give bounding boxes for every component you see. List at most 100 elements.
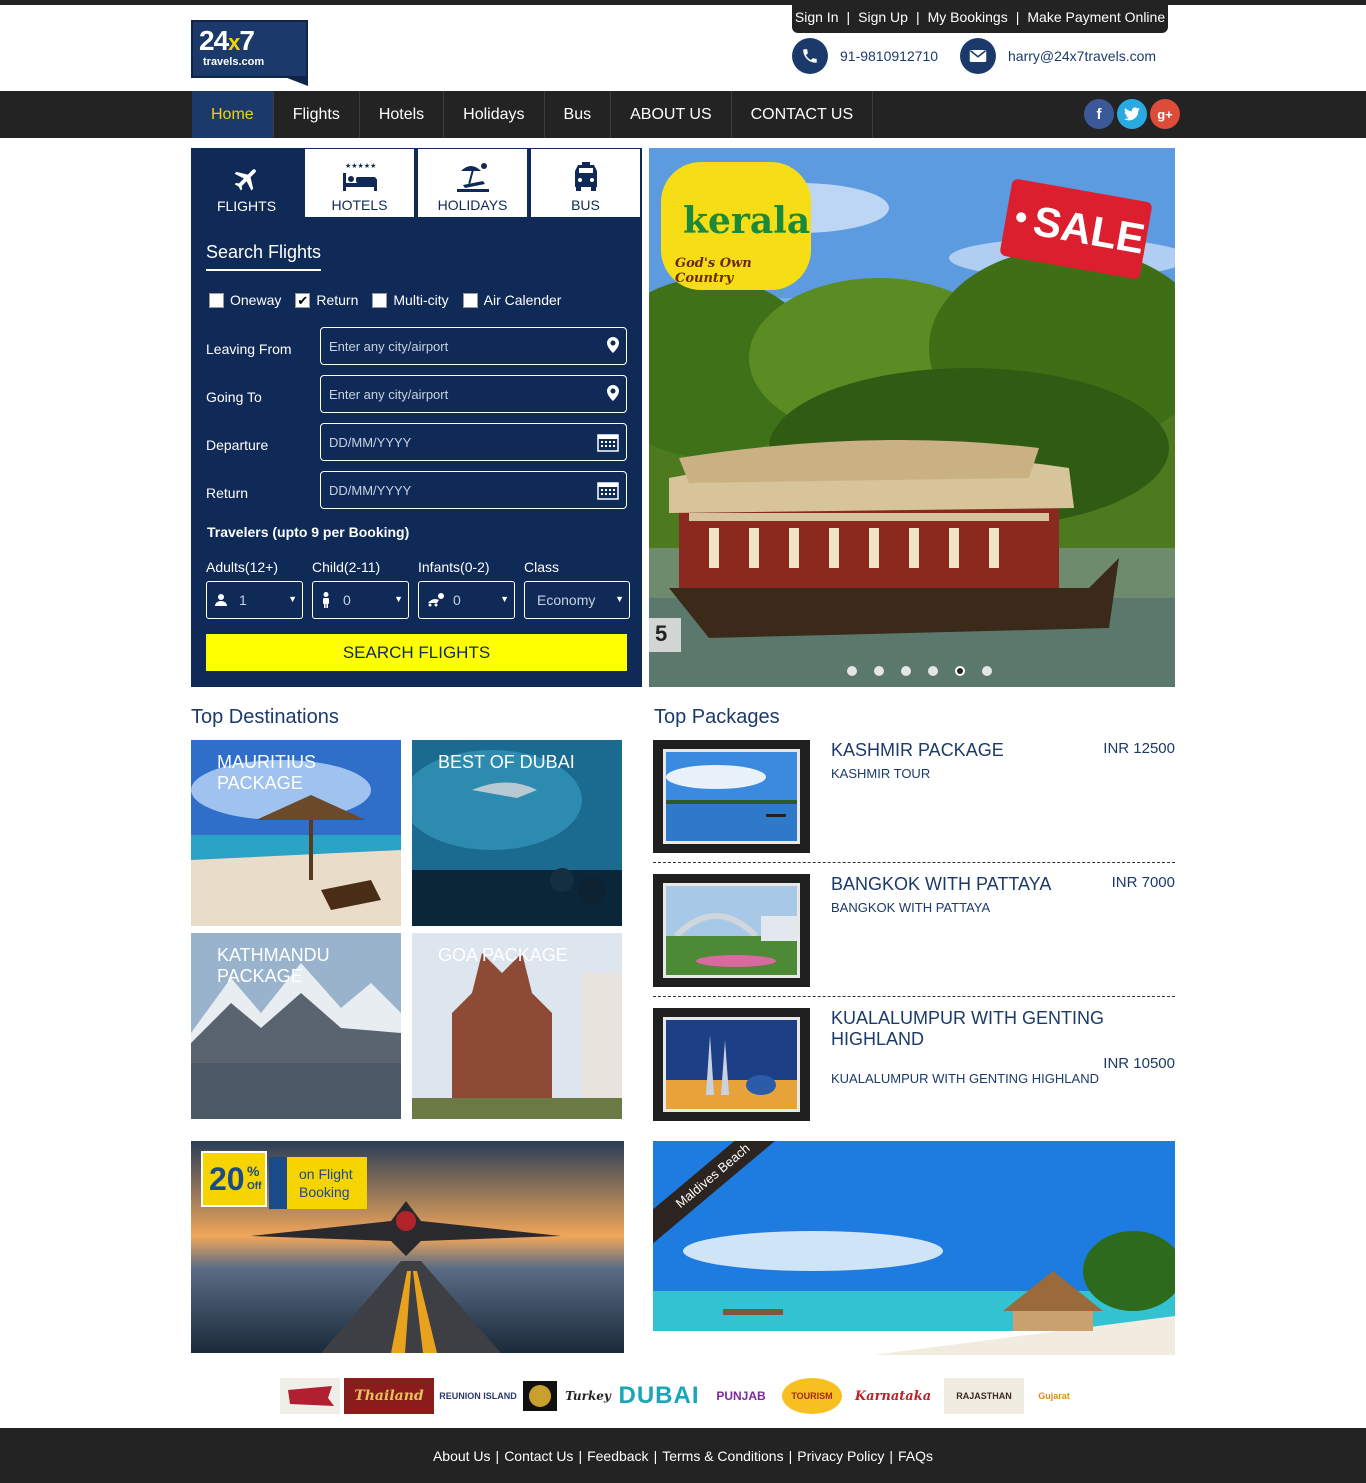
my-bookings-link[interactable]: My Bookings [928, 9, 1008, 25]
partner-logo-emblem[interactable] [522, 1378, 558, 1414]
partner-logo-karnataka[interactable]: Karnataka [846, 1378, 940, 1414]
package-name[interactable]: KUALALUMPUR WITH GENTING HIGHLAND [831, 1008, 1121, 1050]
sale-text: SALE [1029, 196, 1149, 263]
nav-bus[interactable]: Bus [545, 91, 612, 138]
partner-logo-punjab[interactable]: PUNJAB [704, 1378, 778, 1414]
slider-dot[interactable] [901, 666, 911, 676]
partner-logo-dubai[interactable]: DUBAI [618, 1378, 700, 1414]
tab-holidays[interactable]: HOLIDAYS [417, 148, 528, 218]
package-name[interactable]: KASHMIR PACKAGE [831, 740, 1121, 761]
tab-hotels[interactable]: ★★★★★ HOTELS [304, 148, 415, 218]
air-calender-option[interactable]: Air Calender [462, 292, 561, 308]
oneway-label: Oneway [230, 292, 282, 308]
slider-dot[interactable] [928, 666, 938, 676]
partner-logo-tourism-year[interactable]: TOURISM [782, 1378, 842, 1414]
calendar-icon[interactable] [597, 481, 619, 500]
tag-hole [1015, 211, 1027, 224]
package-name[interactable]: BANGKOK WITH PATTAYA [831, 874, 1121, 895]
partner-logo-rajasthan[interactable]: RAJASTHAN [944, 1378, 1024, 1414]
footer-link-terms[interactable]: Terms & Conditions [662, 1448, 783, 1464]
destination-card-dubai[interactable]: BEST OF DUBAI [412, 740, 622, 926]
destination-card-kathmandu[interactable]: KATHMANDU PACKAGE [191, 933, 401, 1119]
air-calender-checkbox[interactable] [462, 292, 478, 308]
tab-flights-label: FLIGHTS [216, 198, 277, 214]
nav-about-us[interactable]: ABOUT US [611, 91, 732, 138]
destination-card-goa[interactable]: GOA PACKAGE [412, 933, 622, 1119]
twitter-icon[interactable] [1117, 99, 1147, 129]
return-checkbox[interactable]: ✔ [295, 292, 311, 308]
infants-select[interactable]: 0 ▼ [418, 581, 515, 619]
package-price: INR 10500 [1103, 1055, 1175, 1072]
child-icon [323, 592, 329, 608]
nav-contact-us[interactable]: CONTACT US [732, 91, 874, 138]
slider-dot[interactable] [874, 666, 884, 676]
slider-dot[interactable] [847, 666, 857, 676]
sign-up-link[interactable]: Sign Up [858, 9, 908, 25]
partner-logo-reunion[interactable]: REUNION ISLAND [438, 1378, 518, 1414]
trip-type-options: Oneway ✔ Return Multi-city Air Calender [209, 292, 561, 308]
footer-link-feedback[interactable]: Feedback [587, 1448, 648, 1464]
multi-city-checkbox[interactable] [372, 292, 388, 308]
nav-holidays[interactable]: Holidays [444, 91, 545, 138]
maldives-beach-banner[interactable]: Maldives Beach [653, 1141, 1175, 1355]
partner-logo-gujarat[interactable]: Gujarat [1028, 1378, 1080, 1414]
destination-title: GOA PACKAGE [438, 945, 568, 965]
package-subtitle: KASHMIR TOUR [831, 766, 931, 781]
oneway-option[interactable]: Oneway [209, 292, 281, 308]
hotel-bed-icon: ★★★★★ [342, 162, 377, 191]
map-marker-icon [607, 337, 619, 353]
partner-logo-ribbon[interactable] [280, 1378, 340, 1414]
going-to-row: Going To Enter any city/airport [206, 375, 627, 413]
tab-holidays-label: HOLIDAYS [437, 197, 508, 213]
departure-date-input[interactable]: DD/MM/YYYY [320, 423, 627, 461]
footer-link-contact-us[interactable]: Contact Us [504, 1448, 573, 1464]
nav-hotels[interactable]: Hotels [360, 91, 445, 138]
hero-banner[interactable]: kerala God's Own Country SALE 5 [649, 148, 1175, 687]
chevron-down-icon: ▼ [394, 594, 403, 604]
logo-text-7: 7 [239, 25, 255, 56]
make-payment-link[interactable]: Make Payment Online [1027, 9, 1165, 25]
divider [653, 996, 1175, 997]
phone-number[interactable]: 91-9810912710 [840, 48, 938, 64]
slider-dot[interactable] [982, 666, 992, 676]
return-option[interactable]: ✔ Return [295, 292, 358, 308]
class-select-group: Class Economy ▼ [524, 559, 630, 619]
oneway-checkbox[interactable] [209, 292, 224, 308]
flight-offer-banner[interactable]: 20 % Off on Flight Booking [191, 1141, 624, 1353]
slide-number: 5 [655, 621, 668, 646]
google-plus-icon[interactable]: g+ [1150, 99, 1180, 129]
top-destinations-title: Top Destinations [191, 706, 339, 728]
leaving-from-input[interactable]: Enter any city/airport [320, 327, 627, 365]
return-date-input[interactable]: DD/MM/YYYY [320, 471, 627, 509]
tab-flights[interactable]: FLIGHTS [191, 148, 302, 218]
facebook-icon[interactable]: f [1084, 99, 1114, 129]
destination-card-mauritius[interactable]: MAURITIUS PACKAGE [191, 740, 401, 926]
adults-select[interactable]: 1 ▼ [206, 581, 303, 619]
multi-city-option[interactable]: Multi-city [372, 292, 449, 308]
map-marker-icon [607, 385, 619, 401]
package-bangkok[interactable]: BANGKOK WITH PATTAYA BANGKOK WITH PATTAY… [653, 874, 1175, 987]
footer-link-privacy-policy[interactable]: Privacy Policy [797, 1448, 884, 1464]
package-kashmir[interactable]: KASHMIR PACKAGE KASHMIR TOUR INR 12500 [653, 740, 1175, 853]
tab-bus[interactable]: BUS [530, 148, 641, 218]
child-select[interactable]: 0 ▼ [312, 581, 409, 619]
footer-link-about-us[interactable]: About Us [433, 1448, 491, 1464]
footer-link-faqs[interactable]: FAQs [898, 1448, 933, 1464]
nav-home[interactable]: Home [192, 91, 274, 138]
nav-flights[interactable]: Flights [274, 91, 360, 138]
slider-dot[interactable] [955, 666, 965, 676]
partner-logo-thailand[interactable]: Thailand [344, 1378, 434, 1414]
site-logo[interactable]: 24x7 travels.com [191, 20, 308, 86]
email-address[interactable]: harry@24x7travels.com [1008, 48, 1156, 64]
class-label: Class [524, 559, 560, 575]
class-select[interactable]: Economy ▼ [524, 581, 630, 619]
package-thumbnail [653, 740, 810, 853]
calendar-icon[interactable] [597, 433, 619, 452]
going-to-input[interactable]: Enter any city/airport [320, 375, 627, 413]
sign-in-link[interactable]: Sign In [795, 9, 839, 25]
offer-line-1: on Flight [299, 1166, 353, 1182]
top-packages-title: Top Packages [654, 706, 780, 728]
search-flights-button[interactable]: SEARCH FLIGHTS [206, 634, 627, 671]
package-kualalumpur[interactable]: KUALALUMPUR WITH GENTING HIGHLAND KUALAL… [653, 1008, 1175, 1121]
partner-logo-turkey[interactable]: Turkey [562, 1378, 614, 1414]
